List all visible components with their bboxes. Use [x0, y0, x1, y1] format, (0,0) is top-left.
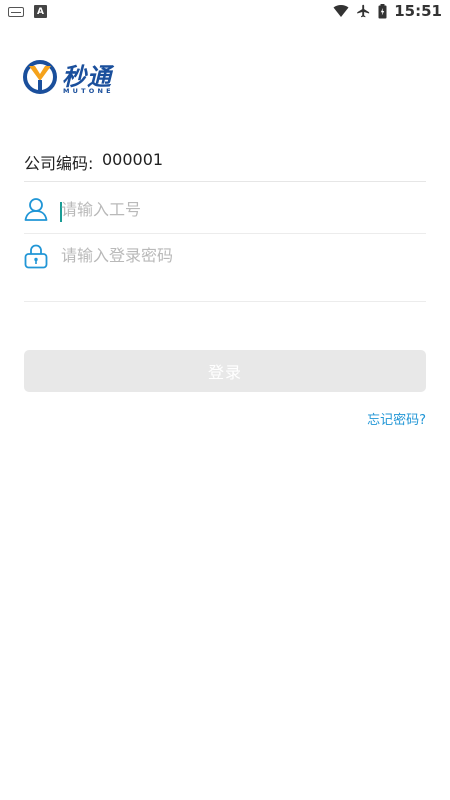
app-logo: 秒通 MUTONE [23, 57, 133, 97]
company-code-value: 000001 [102, 150, 164, 169]
login-button[interactable]: 登录 [24, 350, 426, 392]
user-icon [24, 198, 48, 221]
logo-mark-icon [23, 60, 57, 94]
user-id-row [24, 188, 426, 234]
lock-icon [24, 244, 48, 269]
a-icon: A [34, 5, 47, 18]
wifi-icon [333, 5, 349, 18]
status-time: 15:51 [394, 2, 442, 20]
battery-icon [378, 3, 387, 18]
keyboard-icon [8, 6, 24, 17]
forgot-password-link[interactable]: 忘记密码? [367, 409, 426, 428]
status-bar: A 15:51 [0, 0, 450, 24]
password-input[interactable] [61, 246, 421, 265]
user-id-input[interactable] [61, 200, 421, 219]
logo-name-en: MUTONE [63, 87, 114, 95]
password-row [24, 234, 426, 302]
company-code-label: 公司编码: [24, 154, 94, 173]
company-code-row: 公司编码: 000001 [24, 146, 426, 182]
airplane-icon [357, 4, 370, 18]
